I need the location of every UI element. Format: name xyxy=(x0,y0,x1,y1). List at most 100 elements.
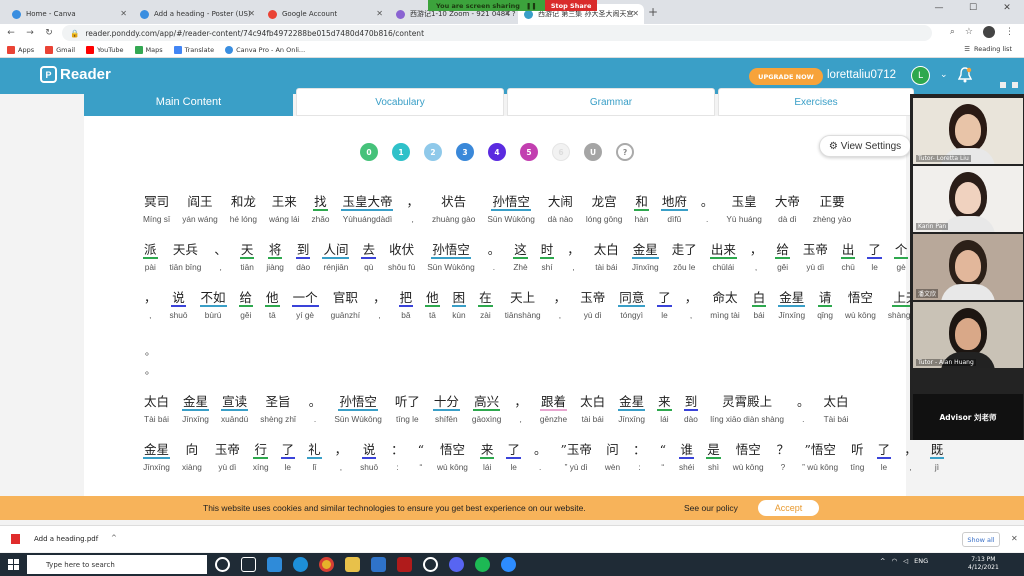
word-token[interactable]: 给 gěi xyxy=(775,240,790,278)
participant-video[interactable]: 潘文欣 xyxy=(913,234,1023,300)
word-token[interactable]: 给 gěi xyxy=(238,288,254,326)
upgrade-button[interactable]: UPGRADE NOW xyxy=(749,68,823,85)
word-token[interactable]: 孙悟空 Sūn Wùkōng xyxy=(427,240,475,278)
word-token[interactable]: 悟空 wù kōng xyxy=(733,440,764,478)
system-clock[interactable]: 7:13 PM 4/12/2021 xyxy=(968,556,999,572)
close-icon[interactable]: ✕ xyxy=(632,9,639,18)
chevron-up-icon[interactable]: ^ xyxy=(111,534,117,542)
bookmark-gmail[interactable]: Gmail xyxy=(45,45,75,54)
word-token[interactable]: 。. xyxy=(487,240,502,278)
spotify-icon[interactable] xyxy=(475,557,490,572)
wifi-icon[interactable]: ◠ xyxy=(891,557,897,565)
word-token[interactable]: 孙悟空 Sūn Wùkōng xyxy=(334,392,382,430)
word-token[interactable]: 和龙 hé lóng xyxy=(230,192,257,230)
minimize-icon[interactable] xyxy=(1000,82,1006,88)
word-token[interactable]: 出 chū xyxy=(840,240,856,278)
discord-icon[interactable] xyxy=(449,557,464,572)
file-explorer-icon[interactable] xyxy=(345,557,360,572)
word-token[interactable]: 和 hàn xyxy=(634,192,649,230)
word-token[interactable]: 到 dào xyxy=(683,392,699,430)
chevron-up-icon[interactable]: ^ xyxy=(880,557,885,565)
tab-exercises[interactable]: Exercises xyxy=(718,88,914,116)
forward-icon[interactable]: → xyxy=(22,28,38,38)
chrome-icon[interactable] xyxy=(319,557,334,572)
word-token[interactable]: 收伏 shōu fú xyxy=(388,240,415,278)
word-token[interactable]: 派 pài xyxy=(143,240,158,278)
word-token[interactable]: 冥司 Míng sī xyxy=(143,192,170,230)
zoom-lens-icon[interactable]: ⌕ xyxy=(950,27,955,37)
word-token[interactable]: 金星 Jīnxīng xyxy=(143,440,171,478)
word-token[interactable]: 时 shí xyxy=(539,240,555,278)
word-token[interactable]: 地府 dìfǔ xyxy=(660,192,688,230)
word-token[interactable]: 说 shuō xyxy=(170,288,188,326)
word-token[interactable]: 王来 wáng lái xyxy=(269,192,299,230)
back-icon[interactable]: ← xyxy=(3,28,19,38)
word-token[interactable]: 把 bǎ xyxy=(398,288,414,326)
word-token[interactable]: 说 shuō xyxy=(360,440,378,478)
reload-icon[interactable]: ↻ xyxy=(41,28,57,38)
browser-tab[interactable]: Home - Canva ✕ xyxy=(6,4,132,24)
word-token[interactable]: 圣旨 shèng zhǐ xyxy=(260,392,296,430)
word-token[interactable]: 找 zhǎo xyxy=(311,192,329,230)
view-settings-button[interactable]: ⚙ View Settings xyxy=(819,135,911,157)
tab-grammar[interactable]: Grammar xyxy=(507,88,715,116)
word-token[interactable]: 他 tā xyxy=(425,288,440,326)
close-icon[interactable]: ✕ xyxy=(248,9,255,18)
word-token[interactable]: ““ xyxy=(659,440,667,478)
bookmark-apps[interactable]: Apps xyxy=(7,45,34,54)
word-token[interactable]: ，, xyxy=(749,240,764,278)
level-filter-1[interactable]: 1 xyxy=(392,143,410,161)
word-token[interactable]: ：: xyxy=(632,440,647,478)
cookie-accept-button[interactable]: Accept xyxy=(758,500,819,516)
word-token[interactable]: 大闹 dà nào xyxy=(547,192,574,230)
word-token[interactable]: 金星 Jīnxīng xyxy=(182,392,210,430)
level-filter-0[interactable]: 0 xyxy=(360,143,378,161)
word-token[interactable]: ““ xyxy=(417,440,425,478)
word-token[interactable]: 金星 Jīnxīng xyxy=(631,240,659,278)
word-token[interactable]: 来 lái xyxy=(479,440,495,478)
game-icon[interactable] xyxy=(397,557,412,572)
word-token[interactable]: 他 tā xyxy=(265,288,280,326)
tab-vocabulary[interactable]: Vocabulary xyxy=(296,88,504,116)
word-token[interactable]: 金星 Jīnxīng xyxy=(778,288,806,326)
word-token[interactable]: 金星 Jīnxīng xyxy=(618,392,646,430)
word-token[interactable]: 将 jiàng xyxy=(266,240,284,278)
stop-share-button[interactable]: Stop Share xyxy=(544,0,598,11)
word-token[interactable]: 天兵 tiān bīng xyxy=(170,240,202,278)
url-field[interactable]: 🔒 reader.ponddy.com/app/#/reader-content/… xyxy=(62,25,932,41)
word-token[interactable]: 大帝 dà dì xyxy=(774,192,801,230)
windows-start-icon[interactable] xyxy=(8,559,19,570)
word-token[interactable]: 向 xiàng xyxy=(182,440,202,478)
word-token[interactable]: 来 lái xyxy=(657,392,672,430)
word-token[interactable]: 。. xyxy=(796,392,811,430)
word-token[interactable]: ”玉帝 ” yù dì xyxy=(559,440,592,478)
word-token[interactable]: 灵霄殿上 líng xiāo diàn shàng xyxy=(710,392,784,430)
word-token[interactable]: ？? xyxy=(776,440,791,478)
word-token[interactable]: 困 kùn xyxy=(451,288,467,326)
word-token[interactable]: 到 dào xyxy=(295,240,311,278)
cortana-icon[interactable] xyxy=(215,557,230,572)
word-token[interactable]: 既 jì xyxy=(929,440,945,478)
bookmark-translate[interactable]: Translate xyxy=(173,45,214,54)
participant-video[interactable]: Tutor- Loretta Liu xyxy=(913,98,1023,164)
level-filter-7[interactable]: U xyxy=(584,143,602,161)
zoom-app-icon[interactable] xyxy=(501,557,516,572)
word-token[interactable]: ，, xyxy=(903,440,918,478)
store-icon[interactable] xyxy=(371,557,386,572)
word-token[interactable]: 正要 zhèng yào xyxy=(813,192,851,230)
minimize-icon[interactable]: — xyxy=(922,0,956,16)
word-token[interactable]: 个 gè xyxy=(893,240,909,278)
word-token[interactable]: ，, xyxy=(143,288,158,326)
word-token[interactable]: 太白 Tài bái xyxy=(143,392,170,430)
word-token[interactable]: 宣读 xuāndú xyxy=(221,392,248,430)
word-token[interactable]: 天 tiān xyxy=(239,240,255,278)
word-token[interactable]: ，, xyxy=(405,192,420,230)
download-filename[interactable]: Add a heading.pdf xyxy=(34,535,98,543)
word-token[interactable]: 跟着 gēnzhe xyxy=(540,392,567,430)
word-token[interactable]: 同意 tóngyì xyxy=(618,288,646,326)
word-token[interactable]: 玉帝 yù dì xyxy=(579,288,606,326)
menu-dots-icon[interactable]: ⋮ xyxy=(1005,27,1014,37)
level-filter-5[interactable]: 5 xyxy=(520,143,538,161)
word-token[interactable]: ，, xyxy=(372,288,387,326)
new-tab-icon[interactable]: + xyxy=(648,5,658,19)
